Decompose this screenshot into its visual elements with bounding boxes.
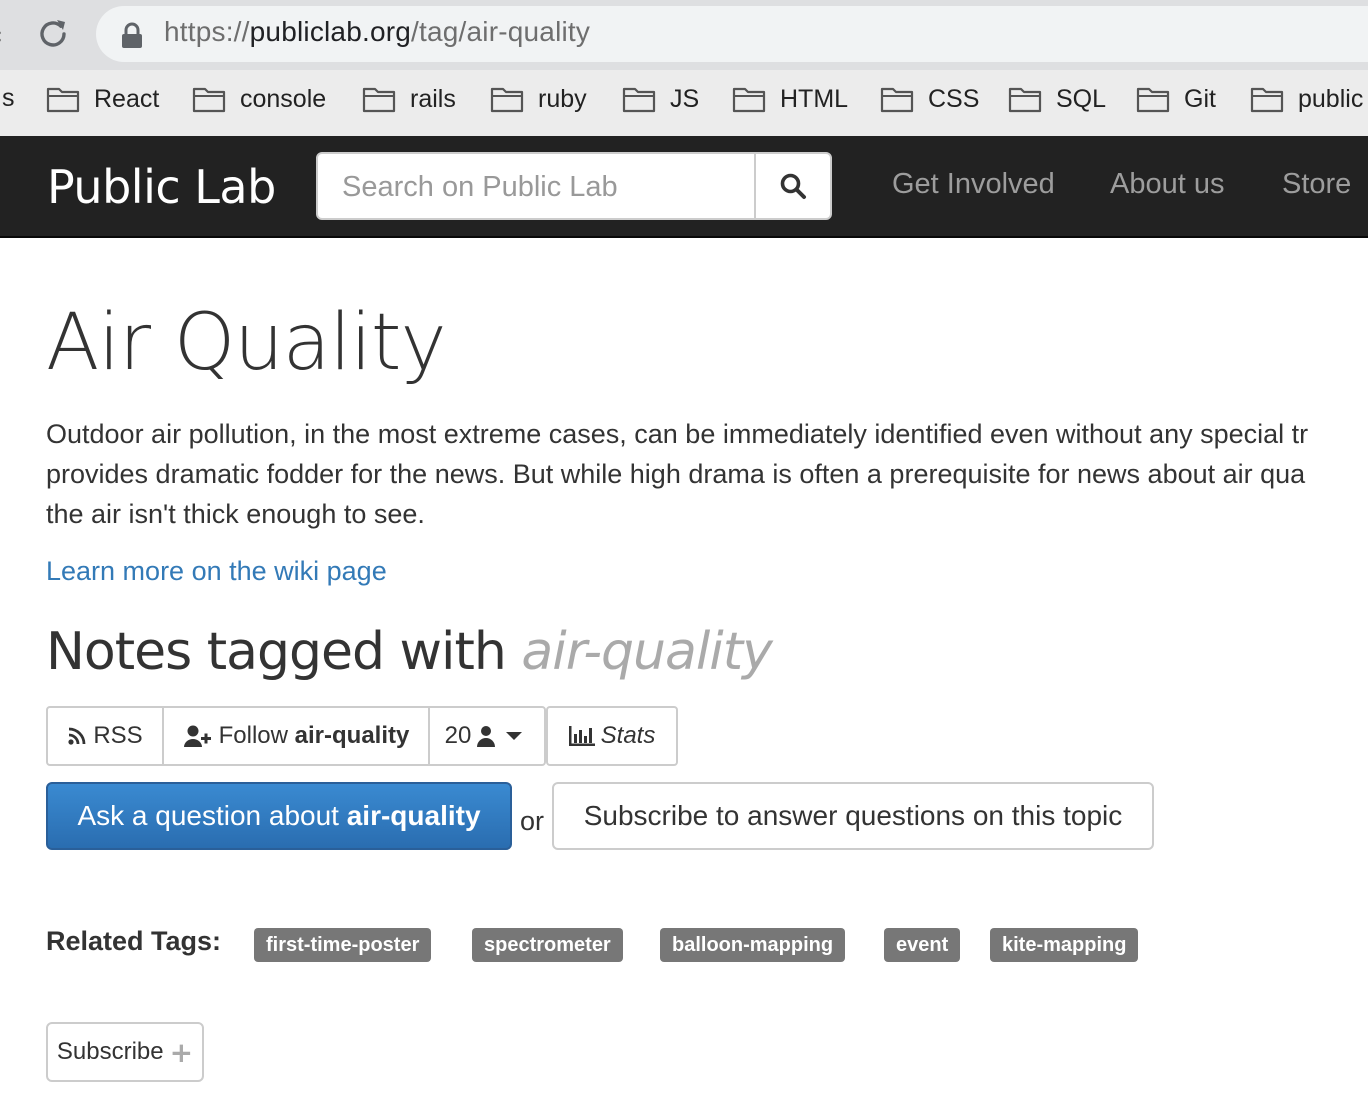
bookmark-label: Git	[1184, 84, 1216, 113]
back-arrow-icon[interactable]: ‹	[0, 24, 3, 49]
caret-down-icon	[506, 732, 523, 740]
user-plus-icon	[183, 725, 211, 747]
bookmark-truncated[interactable]: s	[2, 84, 15, 113]
bookmark-label: console	[240, 84, 327, 113]
follow-tag: air-quality	[294, 722, 410, 749]
page-title: Air Quality	[46, 298, 447, 388]
related-tag[interactable]: spectrometer	[472, 928, 623, 962]
rss-label: RSS	[93, 722, 143, 749]
bookmark-label: CSS	[928, 84, 980, 113]
bookmark-js[interactable]: JS	[622, 84, 699, 114]
url-scheme: https://	[164, 16, 250, 47]
related-tag[interactable]: kite-mapping	[990, 928, 1139, 962]
url-domain: publiclab.org	[249, 16, 412, 47]
folder-icon	[192, 87, 226, 113]
plus-icon: +	[169, 1035, 194, 1069]
search-icon	[780, 173, 806, 199]
wiki-link[interactable]: Learn more on the wiki page	[46, 556, 387, 587]
lock-icon[interactable]	[120, 22, 144, 50]
search-button[interactable]	[754, 152, 832, 220]
ask-label-prefix: Ask a question about	[77, 800, 347, 831]
rss-button[interactable]: RSS	[46, 706, 164, 766]
bookmark-label: HTML	[780, 84, 849, 113]
related-tags-label: Related Tags:	[46, 926, 222, 956]
followers-dropdown[interactable]: 20	[428, 706, 546, 766]
related-tag[interactable]: first-time-poster	[254, 928, 432, 962]
user-icon	[477, 726, 496, 747]
related-tag[interactable]: event	[884, 928, 961, 962]
bookmark-react[interactable]: React	[46, 84, 159, 114]
bookmark-rails[interactable]: rails	[362, 84, 456, 114]
or-text: or	[520, 806, 545, 836]
folder-icon	[362, 87, 396, 113]
subscribe-button[interactable]: Subscribe +	[46, 1022, 204, 1082]
bookmark-html[interactable]: HTML	[732, 84, 848, 114]
nav-store[interactable]: Store	[1282, 168, 1351, 201]
notes-heading-tag: air-quality	[521, 622, 772, 682]
follow-button[interactable]: Follow air-quality	[162, 706, 430, 766]
folder-icon	[1008, 87, 1042, 113]
follow-label-prefix: Follow	[218, 722, 295, 749]
bookmark-label: React	[94, 84, 160, 113]
site-brand[interactable]: Public Lab	[47, 160, 276, 214]
bookmark-public[interactable]: public	[1250, 84, 1363, 114]
folder-icon	[732, 87, 766, 113]
bookmark-sql[interactable]: SQL	[1008, 84, 1106, 114]
bookmark-git[interactable]: Git	[1136, 84, 1216, 114]
folder-icon	[490, 87, 524, 113]
url-path: /tag/air-quality	[411, 16, 591, 47]
search-input[interactable]	[340, 162, 744, 212]
notes-heading: Notes tagged with air-quality	[46, 622, 773, 682]
bookmark-ruby[interactable]: ruby	[490, 84, 587, 114]
ask-question-button[interactable]: Ask a question about air-quality	[46, 782, 512, 850]
folder-icon	[622, 87, 656, 113]
notes-heading-prefix: Notes tagged with	[46, 622, 522, 682]
bookmark-label: rails	[410, 84, 456, 113]
nav-about-us[interactable]: About us	[1110, 168, 1224, 201]
folder-icon	[46, 87, 80, 113]
stats-button[interactable]: Stats	[546, 706, 678, 766]
description-line: the air isn't thick enough to see.	[46, 499, 425, 529]
description-line: Outdoor air pollution, in the most extre…	[46, 419, 1309, 449]
nav-get-involved[interactable]: Get Involved	[892, 168, 1055, 201]
ask-tag: air-quality	[346, 800, 481, 831]
rss-icon	[68, 727, 86, 745]
bookmark-label: public	[1298, 84, 1364, 113]
bookmark-label: SQL	[1056, 84, 1107, 113]
bookmark-css[interactable]: CSS	[880, 84, 979, 114]
url-text[interactable]: https://publiclab.org/tag/air-quality	[164, 16, 590, 48]
folder-icon	[880, 87, 914, 113]
folder-icon	[1250, 87, 1284, 113]
stats-label: Stats	[600, 722, 656, 749]
bookmark-label: ruby	[538, 84, 587, 113]
bar-chart-icon	[568, 726, 595, 746]
related-tag[interactable]: balloon-mapping	[660, 928, 846, 962]
folder-icon	[1136, 87, 1170, 113]
bookmark-console[interactable]: console	[192, 84, 326, 114]
subscribe-label: Subscribe	[56, 1038, 164, 1065]
followers-count: 20	[444, 722, 472, 749]
tag-description: Outdoor air pollution, in the most extre…	[46, 414, 1368, 534]
reload-icon[interactable]	[36, 16, 70, 52]
description-line: provides dramatic fodder for the news. B…	[46, 459, 1306, 489]
bookmark-label: JS	[670, 84, 700, 113]
subscribe-answer-button[interactable]: Subscribe to answer questions on this to…	[552, 782, 1154, 850]
